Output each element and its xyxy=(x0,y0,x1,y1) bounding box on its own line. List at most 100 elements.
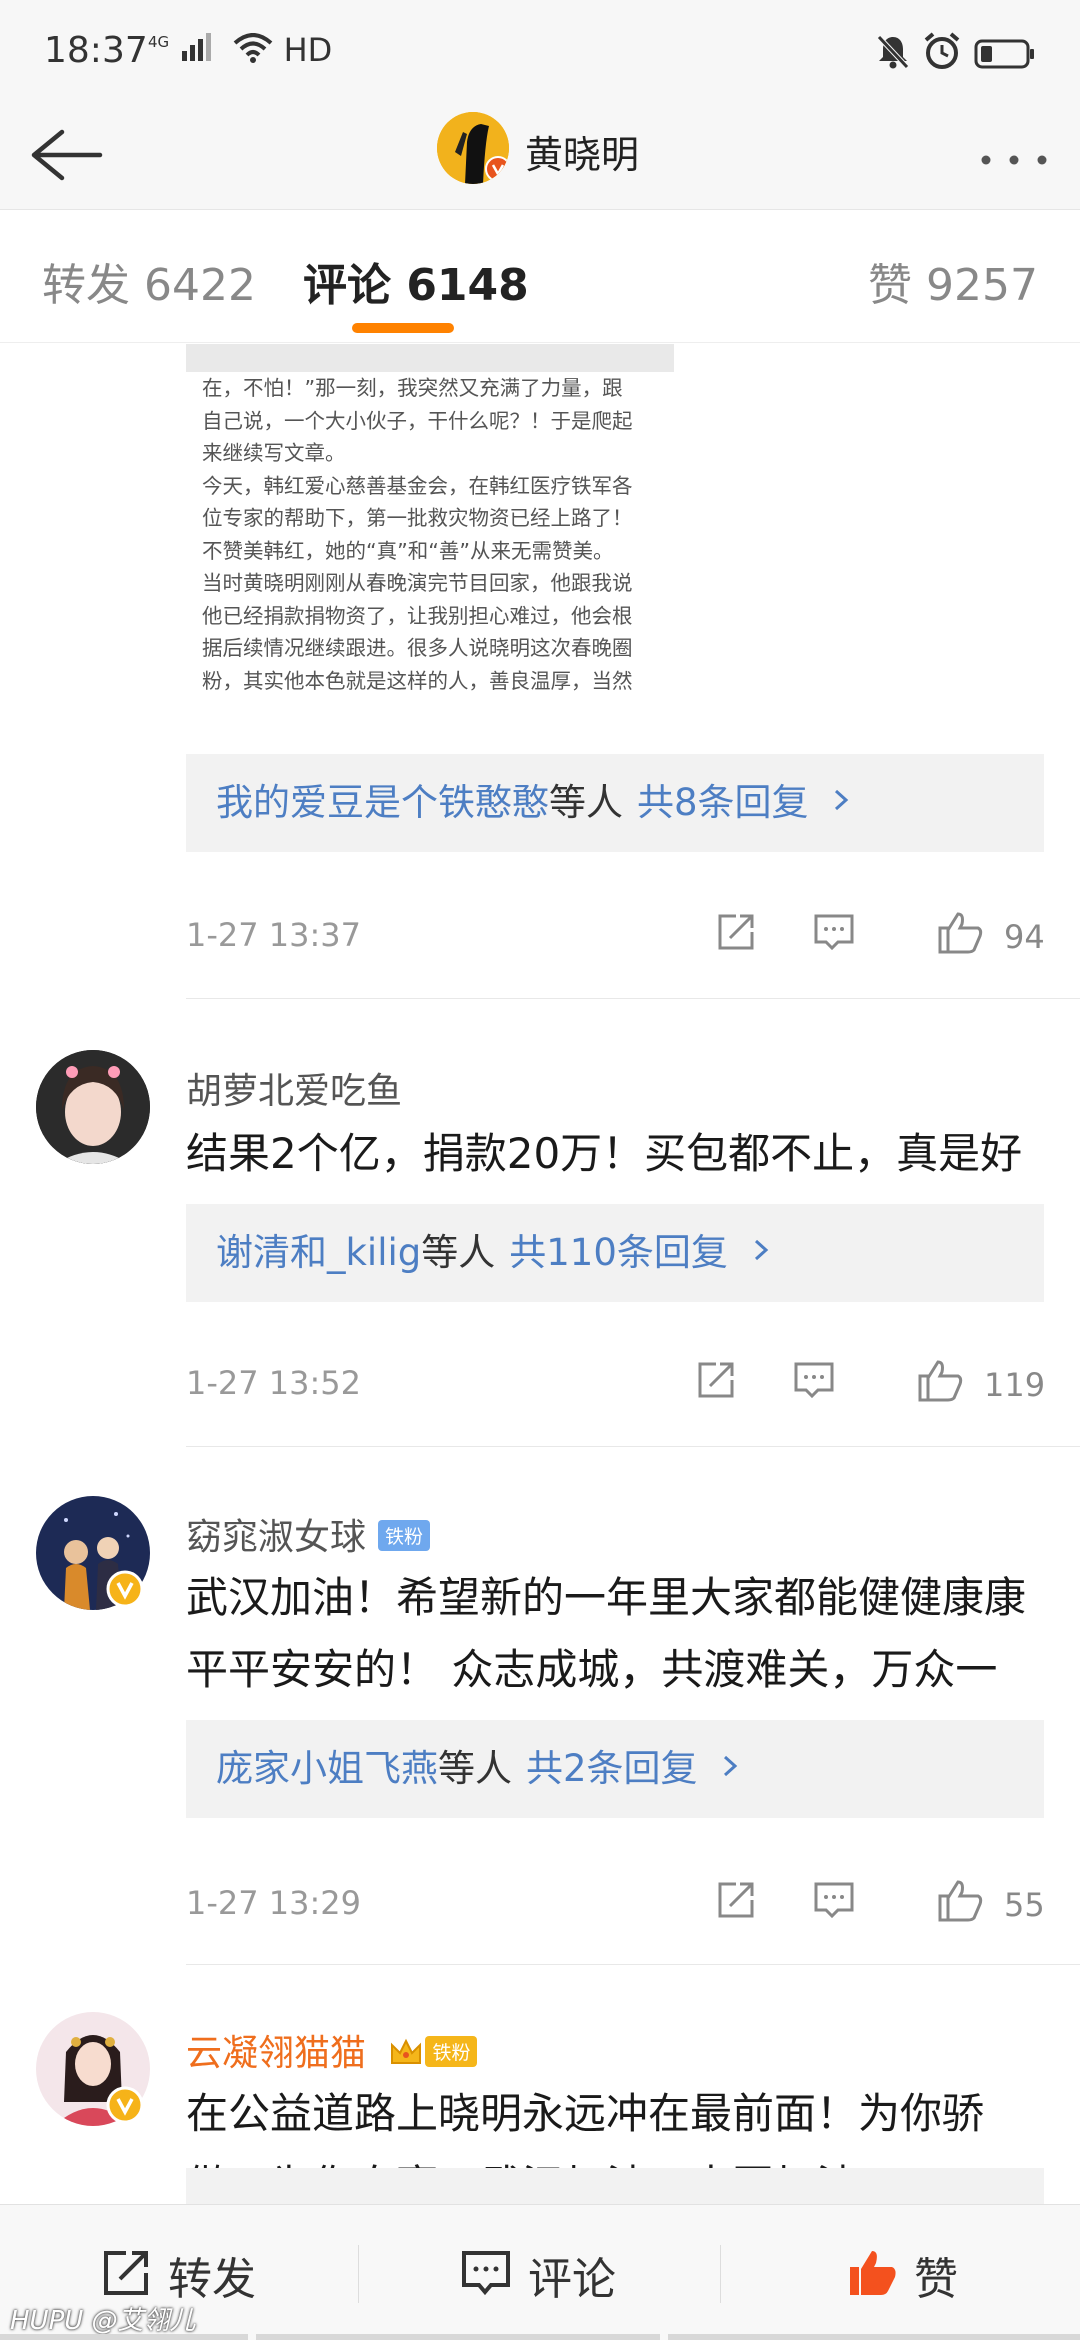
more-dots-icon xyxy=(981,155,1047,165)
header: 黄晓明 xyxy=(0,100,1080,210)
back-button[interactable] xyxy=(26,120,106,190)
reply-user: 我的爱豆是个铁憨憨 xyxy=(216,781,549,824)
share-icon xyxy=(698,1362,734,1398)
verified-badge-icon xyxy=(106,1570,144,1608)
divider xyxy=(256,2334,660,2340)
image-text-line: 在，不怕！”那一刻，我突然又充满了力量，跟 xyxy=(202,376,623,400)
share-icon xyxy=(718,914,754,950)
thumbs-up-icon xyxy=(918,1360,963,1402)
replies-link[interactable]: 庞家小姐飞燕等人 共2条回复 xyxy=(186,1720,1044,1818)
image-text-line: 来继续写文章。 xyxy=(202,441,346,465)
image-text-line: 今天，韩红爱心慈善基金会，在韩红医疗铁军各 xyxy=(202,473,633,498)
fan-badge: 铁粉 xyxy=(425,2035,478,2067)
reply-comment-button[interactable] xyxy=(812,1878,856,1926)
reply-count: 共110条回复 xyxy=(509,1231,728,1274)
comment-icon xyxy=(814,1882,854,1919)
like-count: 55 xyxy=(1004,1886,1045,1924)
tab-likes[interactable]: 赞 9257 xyxy=(868,249,1038,313)
watermark: HUPU @艾翎儿 xyxy=(10,2306,196,2336)
image-text-line: 位专家的帮助下，第一批救灾物资已经上路了！ xyxy=(202,506,633,530)
comment-time: 1-27 13:52 xyxy=(186,1364,362,1402)
divider xyxy=(358,2245,359,2303)
share-comment-button[interactable] xyxy=(714,910,758,958)
repost-label: 转发 xyxy=(168,2254,256,2305)
fan-badge: 铁粉 xyxy=(378,1519,431,1551)
comment-icon xyxy=(814,914,854,951)
active-tab-indicator xyxy=(352,323,454,333)
network-type: 4G xyxy=(148,33,170,51)
divider xyxy=(186,998,1080,999)
status-time: 18:37 xyxy=(44,30,148,71)
status-bar: 18:37 4G HD xyxy=(0,0,1080,100)
username-text: 窈窕淑女球 xyxy=(186,1517,367,1558)
username[interactable]: 云凝翎猫猫 铁粉 xyxy=(186,2024,478,2076)
signal-icon xyxy=(181,33,211,61)
comment-icon xyxy=(794,1362,834,1399)
image-text-line: 自己说，一个大小伙子，干什么呢？！于是爬起 xyxy=(202,408,633,433)
reply-comment-button[interactable] xyxy=(792,1358,836,1406)
comment-time: 1-27 13:37 xyxy=(186,916,362,954)
like-comment-button[interactable] xyxy=(936,1878,984,1928)
image-top-strip xyxy=(186,344,674,372)
battery-icon xyxy=(974,39,1034,69)
comment-image[interactable]: 在，不怕！”那一刻，我突然又充满了力量，跟 自己说，一个大小伙子，干什么呢？！于… xyxy=(186,344,674,718)
replies-link[interactable]: 谢清和_kilig等人 共110条回复 xyxy=(186,1204,1044,1302)
verified-badge-icon xyxy=(106,2086,144,2124)
replies-link[interactable]: 我的爱豆是个铁憨憨等人 共8条回复 xyxy=(186,754,1044,852)
hd-label: HD xyxy=(283,31,333,69)
mute-icon xyxy=(876,35,909,69)
divider xyxy=(186,1446,1080,1447)
tab-comments[interactable]: 评论 6148 xyxy=(303,249,529,313)
image-text-line: 不赞美韩红，她的“真”和“善”从来无需赞美。 xyxy=(202,538,614,563)
thumbs-up-icon xyxy=(938,1880,983,1922)
like-count: 94 xyxy=(1004,918,1045,956)
crown-icon xyxy=(391,2038,422,2064)
chevron-right-icon xyxy=(724,1755,738,1777)
like-count: 119 xyxy=(984,1366,1046,1404)
comment-meta: 1-27 13:37 94 xyxy=(186,906,1080,966)
wifi-icon xyxy=(233,33,273,63)
image-text-line: 当时黄晓明刚刚从春晚演完节目回家，他跟我说 xyxy=(202,571,633,595)
share-comment-button[interactable] xyxy=(694,1358,738,1406)
reply-comment-button[interactable] xyxy=(812,910,856,958)
comment-meta: 1-27 13:52 119 xyxy=(186,1354,1080,1414)
share-icon xyxy=(718,1882,754,1918)
username[interactable]: 胡萝北爱吃鱼 xyxy=(186,1062,402,1114)
reply-user: 庞家小姐飞燕 xyxy=(216,1747,438,1790)
like-comment-button[interactable] xyxy=(936,910,984,960)
thumbs-up-icon xyxy=(938,912,983,954)
thumbs-up-icon xyxy=(850,2251,896,2295)
like-label: 赞 xyxy=(914,2254,958,2305)
repost-icon xyxy=(104,2251,148,2295)
chevron-right-icon xyxy=(754,1239,768,1261)
divider xyxy=(0,2334,248,2340)
like-comment-button[interactable] xyxy=(916,1358,964,1408)
divider xyxy=(668,2334,1080,2340)
more-options-button[interactable] xyxy=(978,132,1050,178)
avatar-image xyxy=(36,1050,150,1164)
share-comment-button[interactable] xyxy=(714,1878,758,1926)
reply-user: 谢清和_kilig xyxy=(216,1231,422,1274)
image-text-line: 粉，其实他本色就是这样的人，善良温厚，当然 xyxy=(202,668,633,693)
status-icons xyxy=(876,32,1036,74)
comment-list[interactable]: 在，不怕！”那一刻，我突然又充满了力量，跟 自己说，一个大小伙子，干什么呢？！于… xyxy=(0,344,1080,2204)
username[interactable]: 窈窕淑女球 铁粉 xyxy=(186,1508,431,1560)
tab-bar: 转发 6422 评论 6148 赞 9257 xyxy=(0,211,1080,343)
comment-time: 1-27 13:29 xyxy=(186,1884,362,1922)
divider xyxy=(186,1964,1080,1965)
comment-meta: 1-27 13:29 55 xyxy=(186,1874,1080,1934)
reply-count: 共8条回复 xyxy=(637,781,809,824)
avatar[interactable] xyxy=(36,1050,150,1164)
header-avatar[interactable] xyxy=(437,112,509,184)
tab-repost[interactable]: 转发 6422 xyxy=(42,249,256,313)
page-title[interactable]: 黄晓明 xyxy=(525,124,639,179)
divider xyxy=(720,2245,721,2303)
username-text: 云凝翎猫猫 xyxy=(186,2033,367,2074)
verified-badge-icon xyxy=(485,156,509,184)
back-arrow-icon xyxy=(31,129,103,181)
reply-count: 共2条回复 xyxy=(526,1747,698,1790)
comment-label: 评论 xyxy=(528,2254,616,2305)
replies-link[interactable] xyxy=(186,2168,1044,2204)
reply-suffix: 等人 xyxy=(421,1231,496,1274)
image-text-line: 他已经捐款捐物资了，让我别担心难过，他会根 xyxy=(202,603,633,628)
